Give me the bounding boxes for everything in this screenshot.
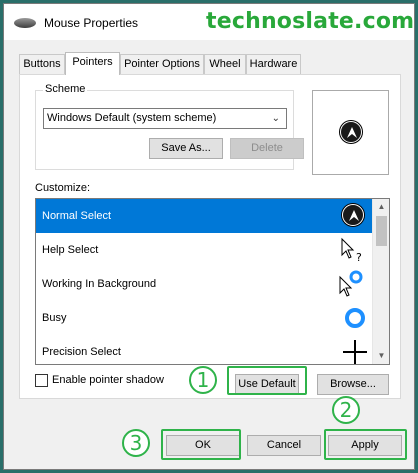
enable-shadow-checkbox[interactable] — [35, 374, 48, 387]
annotation-badge-3: 3 — [122, 429, 150, 457]
arrow-cursor-icon — [338, 199, 368, 233]
tab-buttons[interactable]: Buttons — [19, 54, 65, 74]
scroll-down-icon[interactable]: ▼ — [373, 348, 389, 364]
list-item-label: Working In Background — [42, 278, 157, 290]
arrow-cursor-icon — [340, 121, 362, 143]
busy-cursor-icon — [338, 301, 368, 335]
ok-highlight — [161, 429, 241, 460]
chevron-down-icon: ⌄ — [271, 113, 280, 124]
tab-pointers[interactable]: Pointers — [65, 52, 120, 75]
list-item-label: Busy — [42, 312, 67, 324]
browse-button[interactable]: Browse... — [317, 374, 389, 395]
annotation-badge-1: 1 — [189, 366, 217, 394]
list-item-label: Help Select — [42, 244, 99, 256]
scroll-thumb[interactable] — [376, 216, 387, 246]
watermark: technoslate.com — [206, 9, 415, 34]
cancel-button[interactable]: Cancel — [247, 435, 321, 456]
enable-shadow-label: Enable pointer shadow — [52, 374, 164, 386]
list-scrollbar[interactable]: ▲ ▼ — [372, 199, 389, 364]
list-item[interactable]: Working In Background — [36, 267, 373, 301]
use-default-highlight — [227, 366, 307, 395]
cursor-preview — [312, 90, 389, 175]
working-cursor-icon — [338, 267, 368, 301]
annotation-badge-2: 2 — [332, 396, 360, 424]
customize-label: Customize: — [35, 182, 91, 194]
list-item[interactable]: Help Select ? — [36, 233, 373, 267]
scheme-group: Scheme Windows Default (system scheme) ⌄… — [35, 83, 304, 170]
tab-hardware[interactable]: Hardware — [246, 54, 301, 74]
svg-text:?: ? — [356, 251, 362, 264]
pointers-panel: Scheme Windows Default (system scheme) ⌄… — [19, 74, 401, 399]
help-cursor-icon: ? — [338, 233, 368, 267]
scheme-label: Scheme — [43, 83, 88, 95]
window-title: Mouse Properties — [44, 16, 139, 30]
list-item-label: Normal Select — [42, 210, 112, 222]
list-item[interactable]: Busy — [36, 301, 373, 335]
list-item-label: Precision Select — [42, 346, 121, 358]
apply-highlight — [324, 429, 407, 460]
scheme-selected-value: Windows Default (system scheme) — [47, 112, 217, 124]
save-as-button[interactable]: Save As... — [149, 138, 223, 159]
crosshair-cursor-icon — [338, 335, 368, 364]
list-item[interactable]: Normal Select — [36, 199, 373, 233]
mouse-icon — [14, 18, 36, 28]
title-bar: Mouse Properties technoslate.com — [4, 4, 414, 40]
delete-button[interactable]: Delete — [230, 138, 304, 159]
list-item[interactable]: Precision Select — [36, 335, 373, 364]
tab-wheel[interactable]: Wheel — [204, 54, 246, 74]
tab-pointer-options[interactable]: Pointer Options — [120, 54, 204, 74]
scheme-select[interactable]: Windows Default (system scheme) ⌄ — [43, 108, 287, 129]
cursor-list: Normal Select Help Select ? Working In B… — [35, 198, 390, 365]
scroll-up-icon[interactable]: ▲ — [373, 199, 389, 215]
